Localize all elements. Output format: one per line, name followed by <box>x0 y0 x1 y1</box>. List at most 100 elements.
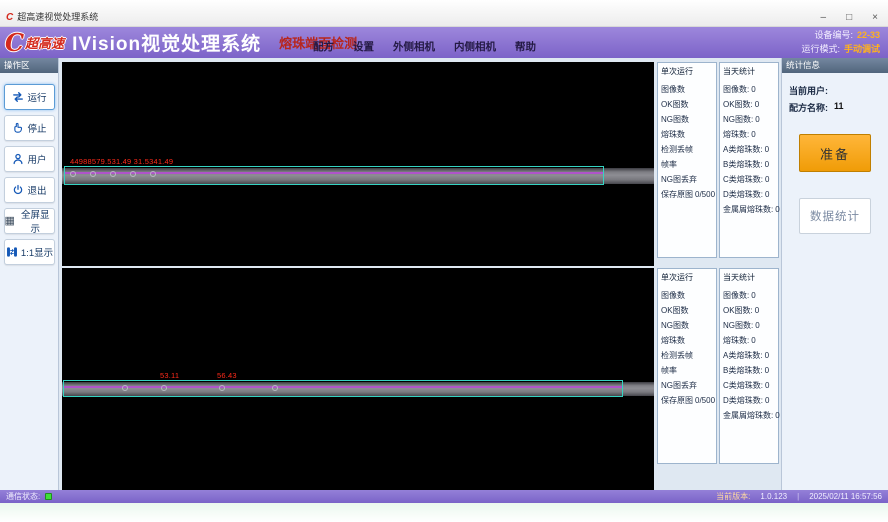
prepare-button[interactable]: 准备 <box>799 134 871 172</box>
stat-label: NG图丢弃 <box>661 380 697 391</box>
stat-value: 0 <box>765 175 769 184</box>
single-run-rows: 图像数OK图数NG图数熔珠数检测丢帧帧率NG图丢弃保存原图0/500 <box>661 82 713 202</box>
groupbox-title: 单次运行 <box>661 272 713 283</box>
operation-sidebar: 操作区 运行 停止 用户 <box>0 58 59 490</box>
stat-label: OK图数: <box>723 305 753 316</box>
stat-value: 0 <box>765 145 769 154</box>
stat-label: NG图数 <box>661 320 689 331</box>
stat-row: 保存原图0/500 <box>661 187 713 202</box>
stat-label: NG图丢弃 <box>661 174 697 185</box>
stop-button-label: 停止 <box>27 121 46 135</box>
recipe-name-value: 11 <box>834 101 844 114</box>
one-to-one-button-label: 1:1显示 <box>21 245 53 259</box>
stat-label: 熔珠数: <box>723 129 749 140</box>
stat-row: NG图丢弃 <box>661 378 713 393</box>
stat-value: 0 <box>755 321 759 330</box>
stat-label: 图像数 <box>661 290 685 301</box>
camera-view-outer: 44988579.531.49 31.5341.49 <box>62 62 654 266</box>
stat-row: 检测丢帧 <box>661 142 713 157</box>
measurement-annotation: 56.43 <box>217 371 237 380</box>
run-button[interactable]: 运行 <box>4 84 55 110</box>
user-icon <box>11 152 25 166</box>
bead-marker <box>110 171 116 177</box>
stat-label: A类熔珠数: <box>723 350 763 361</box>
os-titlebar: C 超高速视觉处理系统 – □ × <box>0 0 888 27</box>
user-button[interactable]: 用户 <box>4 146 55 172</box>
stat-label: 帧率 <box>661 365 677 376</box>
run-button-label: 运行 <box>27 90 46 104</box>
stat-row: C类熔珠数:0 <box>723 172 775 187</box>
stat-label: OK图数: <box>723 99 753 110</box>
run-mode-label: 运行模式: <box>801 44 840 54</box>
menu-item[interactable]: 设置 <box>353 39 374 54</box>
stat-row: B类熔珠数:0 <box>723 157 775 172</box>
stat-row: 熔珠数:0 <box>723 127 775 142</box>
main-area: 操作区 运行 停止 用户 <box>0 58 888 490</box>
one-to-one-button[interactable]: 1:1显示 <box>4 239 55 265</box>
stat-row: 保存原图0/500 <box>661 393 713 408</box>
roi-rectangle <box>63 380 623 397</box>
stat-label: C类熔珠数: <box>723 380 763 391</box>
fullscreen-button[interactable]: ▦ 全屏显示 <box>4 208 55 234</box>
menu-item[interactable]: 配方 <box>313 39 334 54</box>
stat-label: 熔珠数 <box>661 129 685 140</box>
stat-value: 0 <box>765 381 769 390</box>
stat-label: 图像数: <box>723 290 749 301</box>
version-label: 当前版本: <box>716 491 750 502</box>
current-user-row: 当前用户: <box>789 84 881 97</box>
stat-row: D类熔珠数:0 <box>723 187 775 202</box>
bead-marker <box>70 171 76 177</box>
stats-section-inner: 单次运行 图像数OK图数NG图数熔珠数检测丢帧帧率NG图丢弃保存原图0/500 … <box>657 268 779 464</box>
menu-item[interactable]: 帮助 <box>515 39 536 54</box>
stat-value: 0 <box>775 411 779 420</box>
stat-label: D类熔珠数: <box>723 395 763 406</box>
stat-label: NG图数: <box>723 114 753 125</box>
menu-item[interactable]: 外侧相机 <box>393 39 435 54</box>
fullscreen-grid-icon: ▦ <box>5 216 15 227</box>
stat-row: 金属屑熔珠数:0 <box>723 202 775 217</box>
stat-label: B类熔珠数: <box>723 365 763 376</box>
data-statistics-button[interactable]: 数据统计 <box>799 198 871 234</box>
single-run-rows: 图像数OK图数NG图数熔珠数检测丢帧帧率NG图丢弃保存原图0/500 <box>661 288 713 408</box>
stat-value: 0/500 <box>695 190 715 199</box>
stat-value: 0 <box>765 160 769 169</box>
stat-row: NG图数 <box>661 112 713 127</box>
stat-row: NG图数:0 <box>723 318 775 333</box>
maximize-icon[interactable]: □ <box>846 13 852 23</box>
stat-label: B类熔珠数: <box>723 159 763 170</box>
bead-marker <box>90 171 96 177</box>
stat-label: 熔珠数: <box>723 335 749 346</box>
stat-value: 0 <box>751 336 755 345</box>
current-user-label: 当前用户: <box>789 84 828 97</box>
stat-label: 检测丢帧 <box>661 144 693 155</box>
stat-row: B类熔珠数:0 <box>723 363 775 378</box>
app-window: C 超高速视觉处理系统 – □ × C 超高速 IVision视觉处理系统 熔珠… <box>0 0 888 522</box>
measurement-annotation: 44988579.531.49 31.5341.49 <box>70 157 173 166</box>
power-icon <box>11 183 25 197</box>
stat-value: 0 <box>765 366 769 375</box>
version-value: 1.0.123 <box>760 492 787 501</box>
stat-row: NG图数:0 <box>723 112 775 127</box>
minimize-icon[interactable]: – <box>821 13 827 23</box>
today-stats-groupbox: 当天统计 图像数:0OK图数:0NG图数:0熔珠数:0A类熔珠数:0B类熔珠数:… <box>719 62 779 258</box>
stat-label: C类熔珠数: <box>723 174 763 185</box>
stat-row: D类熔珠数:0 <box>723 393 775 408</box>
laser-line <box>64 386 622 388</box>
single-run-groupbox: 单次运行 图像数OK图数NG图数熔珠数检测丢帧帧率NG图丢弃保存原图0/500 <box>657 62 717 258</box>
laser-line <box>65 172 603 174</box>
stat-value: 0 <box>755 100 759 109</box>
stats-section-outer: 单次运行 图像数OK图数NG图数熔珠数检测丢帧帧率NG图丢弃保存原图0/500 … <box>657 62 779 258</box>
stat-row: 图像数 <box>661 288 713 303</box>
statistics-info-panel: 统计信息 当前用户: 配方名称: 11 准备 数据统计 <box>781 58 888 490</box>
run-cycle-icon <box>11 90 25 104</box>
stat-row: 熔珠数:0 <box>723 333 775 348</box>
exit-button[interactable]: 退出 <box>4 177 55 203</box>
camera-view-inner: 53.11 56.43 <box>62 268 654 490</box>
exit-button-label: 退出 <box>27 183 46 197</box>
stop-button[interactable]: 停止 <box>4 115 55 141</box>
close-icon[interactable]: × <box>872 13 878 23</box>
stat-row: A类熔珠数:0 <box>723 142 775 157</box>
menu-item[interactable]: 内侧相机 <box>454 39 496 54</box>
stat-row: 熔珠数 <box>661 333 713 348</box>
right-panel-title: 统计信息 <box>782 58 888 73</box>
